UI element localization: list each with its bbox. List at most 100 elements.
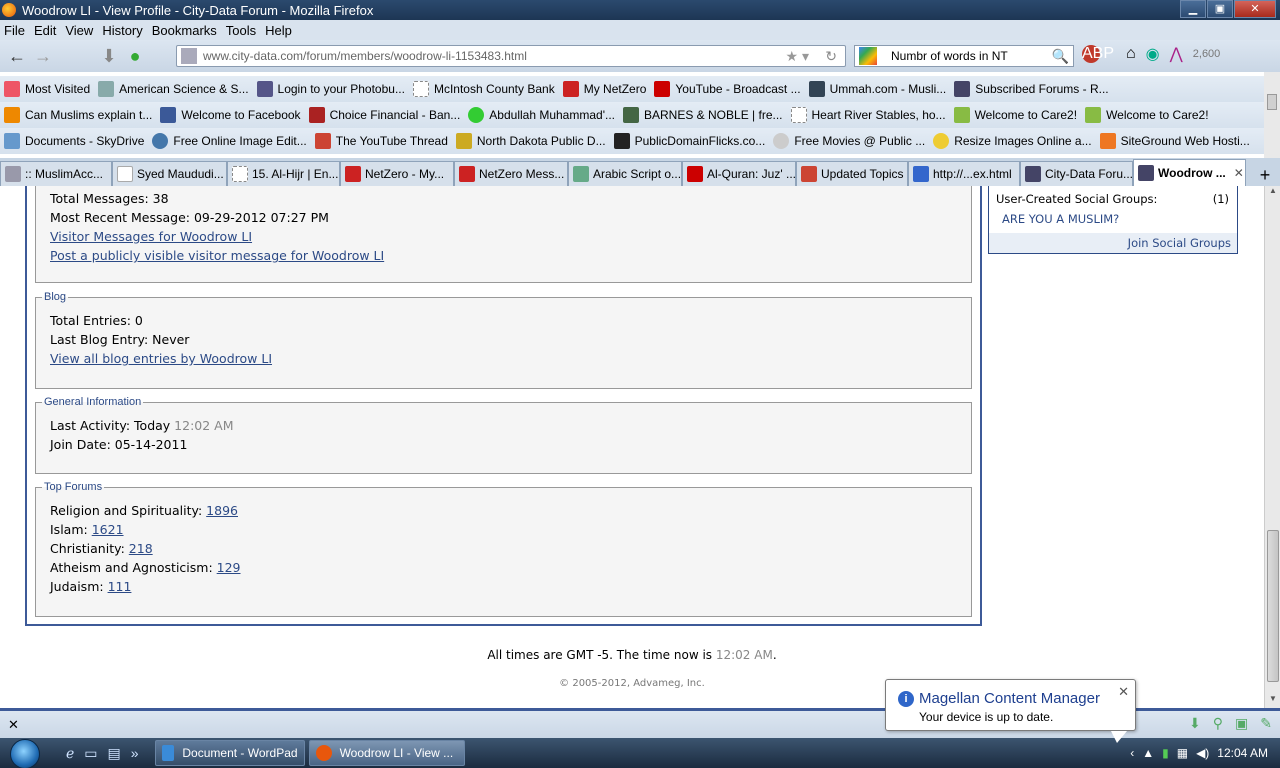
tab[interactable]: Al-Quran: Juz' ... <box>682 161 796 186</box>
tab-active[interactable]: Woodrow ... ✕ <box>1133 159 1246 186</box>
addon-globe-icon[interactable]: ◉ <box>1146 44 1160 64</box>
bookmark-item[interactable]: Abdullah Muhammad'... <box>468 107 615 123</box>
bookmark-item[interactable]: American Science & S... <box>98 81 249 97</box>
battery-icon[interactable]: ▮ <box>1162 746 1169 760</box>
minimize-button[interactable]: ▁ <box>1180 0 1206 18</box>
tab[interactable]: Syed Maududi... <box>112 161 227 186</box>
adblock-icon[interactable]: ABP <box>1082 45 1114 63</box>
switch-windows-icon[interactable]: ▤ <box>108 745 121 762</box>
post-visitor-message-link[interactable]: Post a publicly visible visitor message … <box>50 248 384 263</box>
menu-bookmarks[interactable]: Bookmarks <box>152 23 217 38</box>
bookmark-item[interactable]: Choice Financial - Ban... <box>308 107 460 123</box>
bookmark-item[interactable]: Most Visited <box>4 81 90 97</box>
menu-file[interactable]: File <box>4 23 25 38</box>
bookmark-item[interactable]: Heart River Stables, ho... <box>790 107 946 123</box>
taskbar-item-firefox[interactable]: Woodrow LI - View ... <box>308 740 465 766</box>
tab[interactable]: NetZero - My... <box>340 161 454 186</box>
bookmark-item[interactable]: Ummah.com - Musli... <box>808 81 946 97</box>
bookmark-item[interactable]: YouTube - Broadcast ... <box>654 81 801 97</box>
menu-history[interactable]: History <box>102 23 142 38</box>
menu-edit[interactable]: Edit <box>34 23 56 38</box>
screenshot-icon[interactable]: ▣ <box>1235 715 1248 732</box>
bookmarks-scrollbar[interactable] <box>1264 72 1280 158</box>
forum-count-link[interactable]: 218 <box>129 541 153 556</box>
download-arrow-icon[interactable]: ⬇ <box>1189 715 1201 732</box>
show-desktop-icon[interactable]: ▭ <box>84 745 97 762</box>
forum-count-link[interactable]: 111 <box>108 579 132 594</box>
bookmark-star-icon[interactable]: ★ ▾ <box>786 48 809 65</box>
clock[interactable]: 12:04 AM <box>1217 746 1268 760</box>
blog-entries-link[interactable]: View all blog entries by Woodrow LI <box>50 351 272 366</box>
download-icon[interactable]: ⬇ <box>96 43 122 69</box>
new-tab-button[interactable]: + <box>1252 165 1278 186</box>
bookmark-item[interactable]: Welcome to Facebook <box>160 107 301 123</box>
search-input[interactable]: Numbr of words in NT <box>891 49 1008 63</box>
forum-count-link[interactable]: 1621 <box>92 522 124 537</box>
social-groups-count: (1) <box>1212 192 1229 206</box>
bookmark-item[interactable]: Resize Images Online a... <box>933 133 1092 149</box>
scrollbar-thumb[interactable] <box>1267 530 1279 682</box>
start-button[interactable] <box>0 738 46 768</box>
bookmark-item[interactable]: SiteGround Web Hosti... <box>1099 133 1250 149</box>
network-icon[interactable]: ▦ <box>1177 746 1188 760</box>
forum-row: Christianity: 218 <box>50 541 153 556</box>
tab[interactable]: Updated Topics <box>796 161 908 186</box>
notification-balloon[interactable]: i Magellan Content Manager Your device i… <box>885 679 1136 743</box>
menu-tools[interactable]: Tools <box>226 23 256 38</box>
url-bar[interactable]: www.city-data.com/forum/members/woodrow-… <box>176 45 846 67</box>
internet-explorer-icon[interactable]: ℯ <box>66 745 74 762</box>
chevron-right-icon[interactable]: » <box>131 745 139 761</box>
bookmark-item[interactable]: Free Movies @ Public ... <box>773 133 925 149</box>
back-arrow-icon[interactable]: ← <box>4 43 30 69</box>
volume-icon[interactable]: ◀) <box>1196 746 1209 760</box>
stats-icon[interactable]: ⋀ <box>1170 44 1183 64</box>
forum-count-link[interactable]: 1896 <box>206 503 238 518</box>
forward-arrow-icon[interactable]: → <box>30 43 56 69</box>
home-green-icon[interactable]: ● <box>122 43 148 69</box>
pin-icon[interactable]: ⚲ <box>1213 715 1223 732</box>
close-icon[interactable]: ✕ <box>1118 684 1129 700</box>
scroll-down-icon[interactable]: ▼ <box>1265 694 1280 708</box>
tab[interactable]: NetZero Mess... <box>454 161 568 186</box>
bookmark-item[interactable]: Subscribed Forums - R... <box>954 81 1109 97</box>
join-social-groups-link[interactable]: Join Social Groups <box>989 233 1237 253</box>
bookmark-item[interactable]: Documents - SkyDrive <box>4 133 144 149</box>
close-window-button[interactable]: ✕ <box>1234 0 1276 18</box>
bookmark-item[interactable]: My NetZero <box>562 81 646 97</box>
bookmark-item[interactable]: BARNES & NOBLE | fre... <box>623 107 783 123</box>
bookmark-item[interactable]: Login to your Photobu... <box>256 81 405 97</box>
page-scrollbar[interactable]: ▲ ▼ <box>1264 186 1280 708</box>
tools-icon[interactable]: ✎ <box>1260 715 1272 732</box>
bookmark-item[interactable]: McIntosh County Bank <box>412 81 555 97</box>
magellan-tray-icon[interactable]: ▲ <box>1142 746 1154 760</box>
chevron-left-icon[interactable]: ‹ <box>1130 746 1134 760</box>
scroll-up-icon[interactable]: ▲ <box>1265 186 1280 200</box>
home-icon[interactable]: ⌂ <box>1126 45 1136 63</box>
close-addon-bar-icon[interactable]: ✕ <box>8 717 19 733</box>
bookmark-item[interactable]: The YouTube Thread <box>314 133 448 149</box>
bookmark-item[interactable]: North Dakota Public D... <box>455 133 606 149</box>
close-tab-icon[interactable]: ✕ <box>1234 166 1244 180</box>
bookmark-item[interactable]: Welcome to Care2! <box>1085 107 1209 123</box>
taskbar-item-wordpad[interactable]: Document - WordPad <box>154 740 305 766</box>
tab[interactable]: :: MuslimAcc... <box>0 161 112 186</box>
bookmark-item[interactable]: Free Online Image Edit... <box>152 133 307 149</box>
bookmark-item[interactable]: Welcome to Care2! <box>953 107 1077 123</box>
forum-count-link[interactable]: 129 <box>217 560 241 575</box>
search-bar[interactable]: Numbr of words in NT 🔍 <box>854 45 1074 67</box>
visitor-messages-link[interactable]: Visitor Messages for Woodrow LI <box>50 229 252 244</box>
blog-last: Last Blog Entry: Never <box>50 332 190 347</box>
bookmark-item[interactable]: Can Muslims explain t... <box>4 107 152 123</box>
google-search-engine-icon[interactable] <box>859 47 877 65</box>
menu-view[interactable]: View <box>65 23 93 38</box>
reload-icon[interactable]: ↻ <box>825 48 837 65</box>
menu-help[interactable]: Help <box>265 23 292 38</box>
tab[interactable]: http://...ex.html <box>908 161 1020 186</box>
tab[interactable]: Arabic Script o... <box>568 161 682 186</box>
tab[interactable]: City-Data Foru... <box>1020 161 1133 186</box>
social-group-link[interactable]: ARE YOU A MUSLIM? <box>989 206 1237 226</box>
search-icon[interactable]: 🔍 <box>1052 48 1069 65</box>
maximize-button[interactable]: ▣ <box>1207 0 1233 18</box>
tab[interactable]: 15. Al-Hijr | En... <box>227 161 340 186</box>
bookmark-item[interactable]: PublicDomainFlicks.co... <box>613 133 765 149</box>
